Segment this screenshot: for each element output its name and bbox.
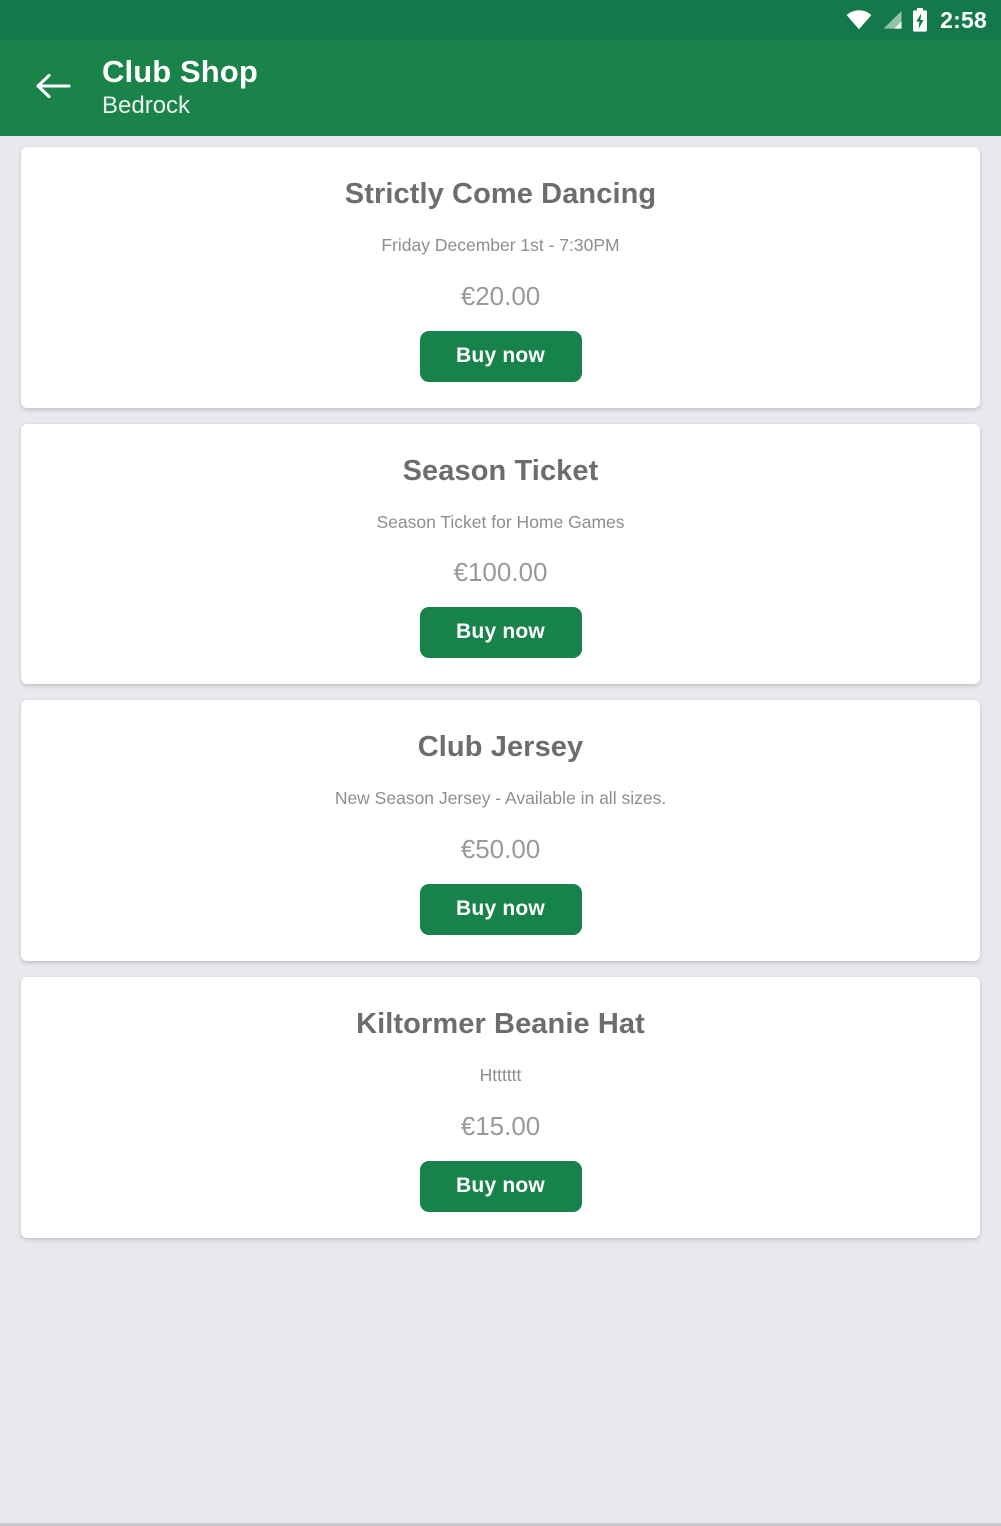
wifi-icon — [846, 10, 872, 30]
buy-now-button[interactable]: Buy now — [419, 607, 582, 659]
app-bar-titles: Club Shop Bedrock — [102, 53, 258, 122]
product-card[interactable]: Strictly Come Dancing Friday December 1s… — [21, 147, 980, 408]
product-title: Season Ticket — [402, 454, 599, 487]
product-description: Htttttt — [479, 1065, 522, 1085]
product-title: Kiltormer Beanie Hat — [356, 1008, 645, 1041]
product-card[interactable]: Kiltormer Beanie Hat Htttttt €15.00 Buy … — [21, 977, 980, 1238]
product-list: Strictly Come Dancing Friday December 1s… — [0, 136, 1001, 1526]
buy-now-button[interactable]: Buy now — [419, 330, 582, 382]
buy-now-button[interactable]: Buy now — [419, 884, 582, 936]
product-description: Friday December 1st - 7:30PM — [381, 234, 620, 255]
buy-now-button[interactable]: Buy now — [419, 1160, 582, 1212]
status-bar-clock: 2:58 — [940, 6, 987, 33]
product-title: Strictly Come Dancing — [344, 178, 657, 210]
product-price: €50.00 — [460, 834, 541, 865]
product-title: Club Jersey — [417, 731, 584, 764]
status-bar: 2:58 — [0, 0, 1001, 40]
product-card[interactable]: Season Ticket Season Ticket for Home Gam… — [21, 423, 980, 685]
back-button[interactable] — [26, 61, 80, 115]
page-subtitle: Bedrock — [102, 92, 191, 120]
product-card[interactable]: Club Jersey New Season Jersey - Availabl… — [21, 700, 980, 962]
product-price: €100.00 — [453, 557, 548, 588]
app-bar: Club Shop Bedrock — [0, 40, 1001, 136]
product-description: New Season Jersey - Available in all siz… — [334, 788, 667, 809]
back-arrow-icon — [35, 71, 71, 106]
battery-charging-icon — [912, 8, 928, 32]
signal-icon — [881, 10, 903, 30]
product-price: €20.00 — [460, 280, 541, 311]
product-description: Season Ticket for Home Games — [376, 511, 625, 532]
page-title: Club Shop — [102, 53, 258, 89]
product-price: €15.00 — [460, 1110, 541, 1141]
